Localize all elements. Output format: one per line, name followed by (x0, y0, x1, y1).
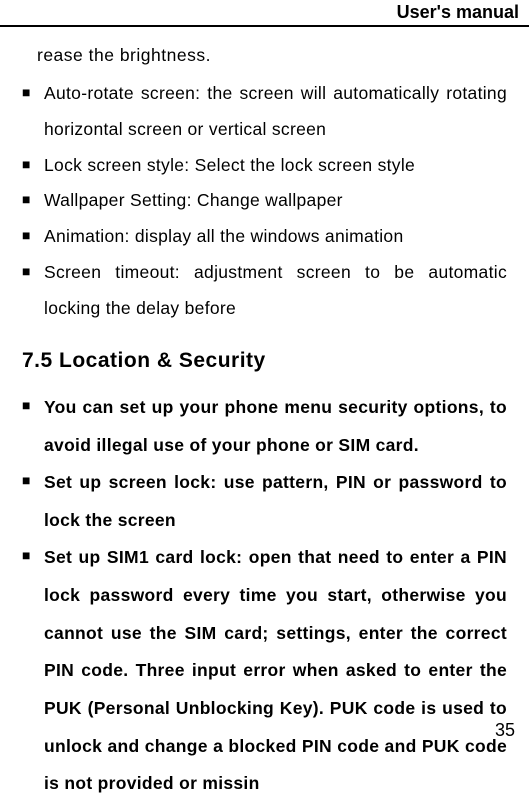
document-page: User's manual rease the brightness. Auto… (0, 0, 529, 749)
list-location-security: You can set up your phone menu security … (22, 389, 507, 803)
header-title: User's manual (0, 2, 519, 23)
list-item: Auto-rotate screen: the screen will auto… (22, 76, 507, 148)
list-item: Lock screen style: Select the lock scree… (22, 148, 507, 184)
list-item: Wallpaper Setting: Change wallpaper (22, 183, 507, 219)
list-item: Set up screen lock: use pattern, PIN or … (22, 464, 507, 539)
list-item: Set up SIM1 card lock: open that need to… (22, 539, 507, 802)
page-number: 35 (495, 720, 515, 741)
page-content: rease the brightness. Auto-rotate screen… (0, 27, 529, 803)
list-item: Animation: display all the windows anima… (22, 219, 507, 255)
continuation-fragment: rease the brightness. (22, 37, 507, 74)
page-header: User's manual (0, 0, 529, 27)
list-display-settings: Auto-rotate screen: the screen will auto… (22, 76, 507, 327)
list-item: You can set up your phone menu security … (22, 389, 507, 464)
section-heading: 7.5 Location & Security (22, 349, 507, 373)
list-item: Screen timeout: adjustment screen to be … (22, 255, 507, 327)
